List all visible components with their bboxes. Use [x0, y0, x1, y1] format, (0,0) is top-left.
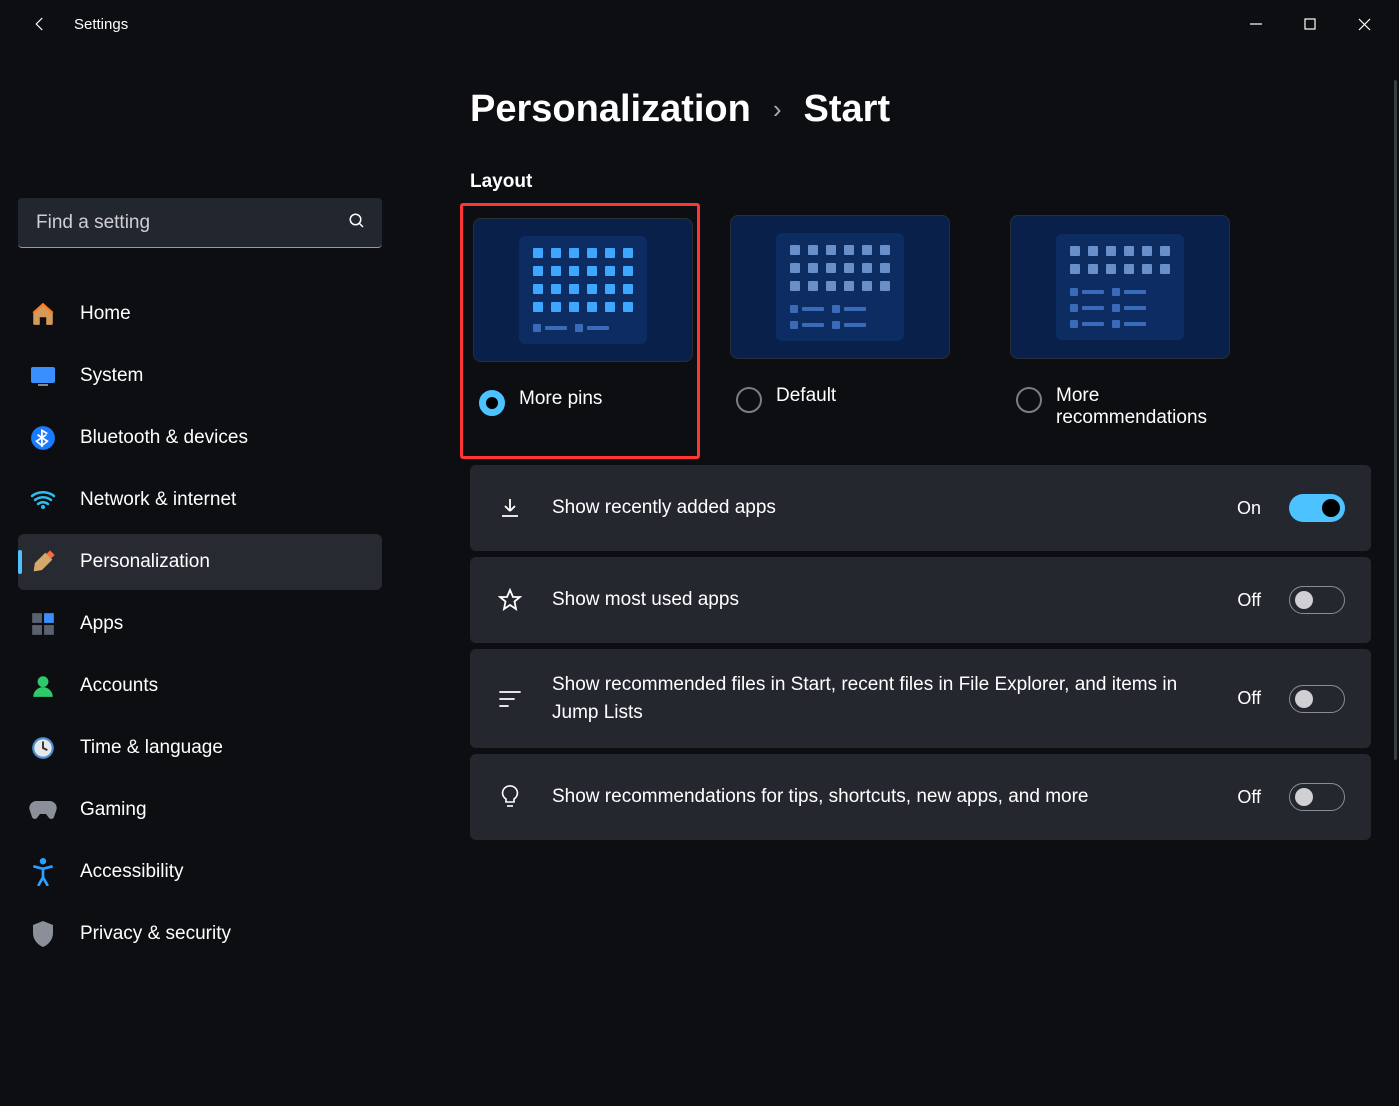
- system-icon: [28, 361, 58, 391]
- gaming-icon: [28, 795, 58, 825]
- sidebar-item-personalization[interactable]: Personalization: [18, 534, 382, 590]
- layout-preview-more-pins: [473, 218, 693, 362]
- layout-option-more-pins[interactable]: More pins: [460, 203, 700, 459]
- setting-recently-added: Show recently added apps On: [470, 465, 1371, 551]
- sidebar-item-home[interactable]: Home: [18, 286, 382, 342]
- sidebar-item-label: Bluetooth & devices: [80, 427, 248, 449]
- sidebar-item-label: Gaming: [80, 799, 147, 821]
- layout-heading: Layout: [470, 171, 1371, 193]
- toggle-recently-added[interactable]: [1289, 494, 1345, 522]
- setting-label: Show recommended files in Start, recent …: [552, 671, 1209, 726]
- chevron-right-icon: ›: [773, 94, 782, 125]
- search-icon: [348, 212, 366, 234]
- layout-preview-default: [730, 215, 950, 359]
- maximize-button[interactable]: [1283, 4, 1337, 44]
- radio-more-recommendations[interactable]: [1016, 387, 1042, 413]
- sidebar-item-accessibility[interactable]: Accessibility: [18, 844, 382, 900]
- toggle-recommended-files[interactable]: [1289, 685, 1345, 713]
- toggle-most-used[interactable]: [1289, 586, 1345, 614]
- minimize-button[interactable]: [1229, 4, 1283, 44]
- setting-state: On: [1237, 498, 1261, 519]
- setting-state: Off: [1237, 787, 1261, 808]
- back-button[interactable]: [24, 8, 56, 40]
- accessibility-icon: [28, 857, 58, 887]
- sidebar-item-bluetooth[interactable]: Bluetooth & devices: [18, 410, 382, 466]
- breadcrumb: Personalization › Start: [470, 88, 1371, 131]
- app-title: Settings: [74, 16, 128, 33]
- setting-state: Off: [1237, 688, 1261, 709]
- sidebar-item-label: Personalization: [80, 551, 210, 573]
- sidebar-item-label: Time & language: [80, 737, 223, 759]
- sidebar-item-system[interactable]: System: [18, 348, 382, 404]
- sidebar-item-label: Network & internet: [80, 489, 236, 511]
- sidebar-item-time-language[interactable]: Time & language: [18, 720, 382, 776]
- breadcrumb-current: Start: [804, 88, 891, 131]
- sidebar-item-gaming[interactable]: Gaming: [18, 782, 382, 838]
- setting-label: Show most used apps: [552, 586, 1209, 614]
- bluetooth-icon: [28, 423, 58, 453]
- radio-default[interactable]: [736, 387, 762, 413]
- wifi-icon: [28, 485, 58, 515]
- paintbrush-icon: [28, 547, 58, 577]
- sidebar-item-label: Privacy & security: [80, 923, 231, 945]
- layout-option-label: More pins: [519, 388, 602, 410]
- setting-label: Show recently added apps: [552, 494, 1209, 522]
- account-icon: [28, 671, 58, 701]
- setting-state: Off: [1237, 590, 1261, 611]
- lightbulb-icon: [496, 784, 524, 810]
- layout-preview-more-recommendations: [1010, 215, 1230, 359]
- list-icon: [496, 689, 524, 709]
- setting-recommendations-tips: Show recommendations for tips, shortcuts…: [470, 754, 1371, 840]
- sidebar-item-label: Apps: [80, 613, 123, 635]
- search-container: [18, 198, 382, 248]
- setting-most-used: Show most used apps Off: [470, 557, 1371, 643]
- sidebar-item-apps[interactable]: Apps: [18, 596, 382, 652]
- breadcrumb-parent[interactable]: Personalization: [470, 88, 751, 131]
- setting-recommended-files: Show recommended files in Start, recent …: [470, 649, 1371, 748]
- sidebar-item-label: System: [80, 365, 143, 387]
- download-icon: [496, 496, 524, 520]
- layout-option-default[interactable]: Default: [730, 215, 970, 429]
- toggle-recommendations-tips[interactable]: [1289, 783, 1345, 811]
- layout-option-more-recommendations[interactable]: More recommendations: [1010, 215, 1250, 429]
- sidebar-item-privacy[interactable]: Privacy & security: [18, 906, 382, 962]
- apps-icon: [28, 609, 58, 639]
- sidebar-item-label: Accounts: [80, 675, 158, 697]
- sidebar-item-network[interactable]: Network & internet: [18, 472, 382, 528]
- scrollbar[interactable]: [1394, 80, 1397, 760]
- clock-icon: [28, 733, 58, 763]
- star-icon: [496, 588, 524, 612]
- setting-label: Show recommendations for tips, shortcuts…: [552, 783, 1209, 811]
- layout-option-label: Default: [776, 385, 836, 407]
- search-input[interactable]: [18, 198, 382, 248]
- sidebar-item-label: Accessibility: [80, 861, 183, 883]
- sidebar-item-label: Home: [80, 303, 131, 325]
- shield-icon: [28, 919, 58, 949]
- layout-option-label: More recommendations: [1056, 385, 1216, 429]
- radio-more-pins[interactable]: [479, 390, 505, 416]
- sidebar-item-accounts[interactable]: Accounts: [18, 658, 382, 714]
- close-button[interactable]: [1337, 4, 1391, 44]
- home-icon: [28, 299, 58, 329]
